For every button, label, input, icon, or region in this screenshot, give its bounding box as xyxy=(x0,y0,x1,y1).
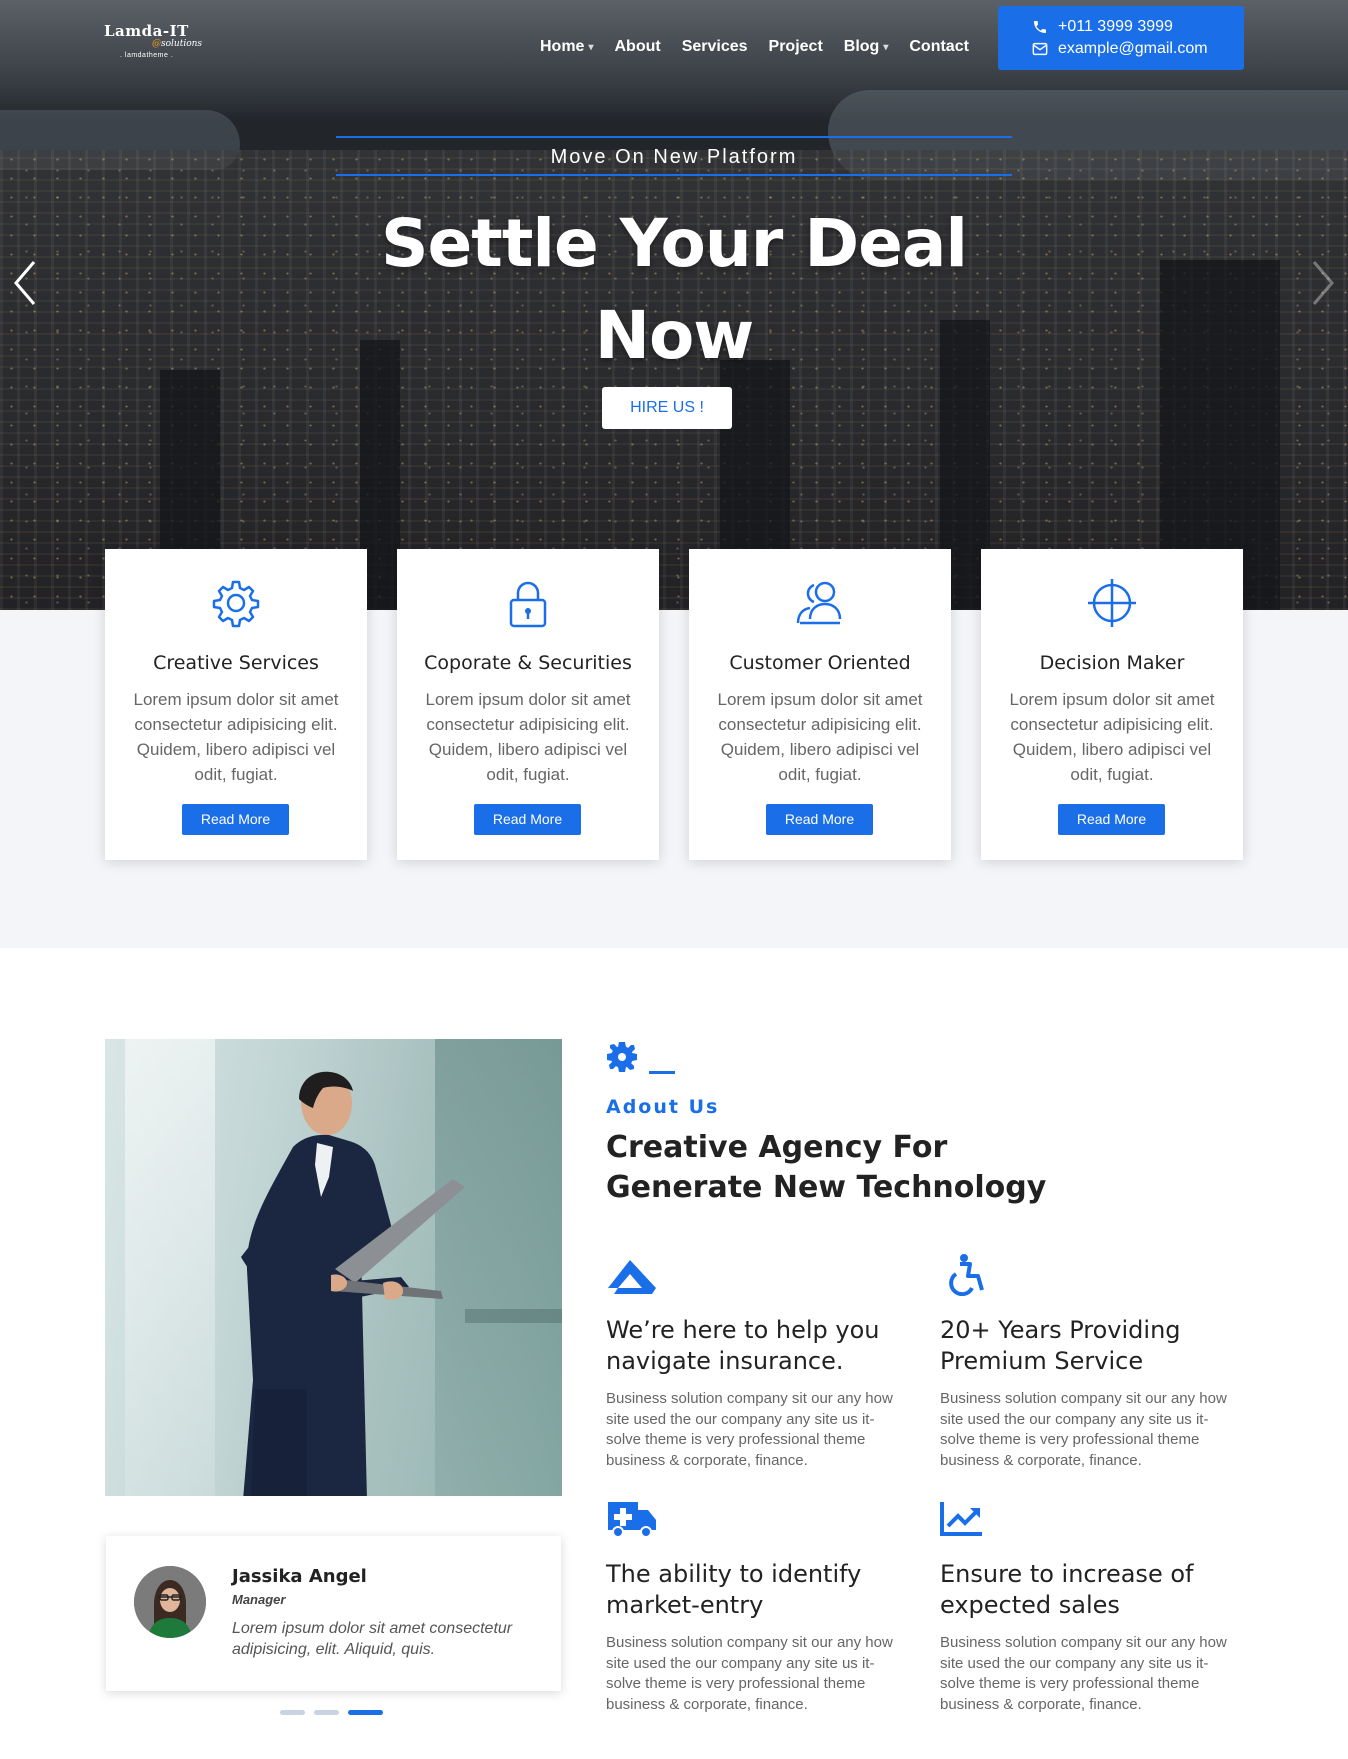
service-card: Coporate & Securities Lorem ipsum dolor … xyxy=(397,549,659,860)
logo-subtitle-text: solutions xyxy=(161,39,203,49)
chevron-right-icon[interactable] xyxy=(1308,258,1338,308)
main-nav: Home ▾ About Services Project Blog ▾ Conta… xyxy=(540,38,990,56)
businessman-figure xyxy=(241,1071,465,1496)
feature-title: The ability to identify market-entry xyxy=(606,1560,862,1619)
chevron-down-icon: ▾ xyxy=(883,41,889,53)
nav-item-label: Blog xyxy=(843,38,880,55)
nav-item-blog[interactable]: Blog ▾ xyxy=(844,38,889,56)
contact-email[interactable]: example@gmail.com xyxy=(1032,38,1244,60)
read-more-button[interactable]: Read More xyxy=(182,804,289,835)
feature-text: Business solution company sit our any ho… xyxy=(940,1390,1227,1469)
lock-icon xyxy=(509,581,547,628)
nav-item-project[interactable]: Project xyxy=(769,38,823,56)
nav-item-label: Contact xyxy=(909,38,969,55)
gear-icon xyxy=(212,580,260,628)
nav-item-home[interactable]: Home ▾ xyxy=(540,38,593,56)
about-feature: 20+ Years Providing Premium Service Busi… xyxy=(940,1254,1250,1471)
logo-subtitle: @solutions xyxy=(152,39,203,49)
service-text: Lorem ipsum dolor sit amet consectetur a… xyxy=(425,690,631,784)
testimonial-name: Jassika Angel xyxy=(232,1566,367,1587)
about-photo-businessman xyxy=(105,1039,562,1496)
about-feature: Ensure to increase of expected sales Bus… xyxy=(940,1498,1250,1715)
nav-item-contact[interactable]: Contact xyxy=(909,38,969,56)
hero-headline-line2: Now xyxy=(594,297,755,374)
hero-headline-line1: Settle Your Deal xyxy=(380,205,968,282)
feature-text: Business solution company sit our any ho… xyxy=(940,1634,1227,1713)
carousel-dot-active[interactable] xyxy=(348,1710,383,1715)
crosshair-icon xyxy=(1088,579,1136,627)
service-title: Coporate & Securities xyxy=(424,652,632,674)
service-card: Decision Maker Lorem ipsum dolor sit ame… xyxy=(981,549,1243,860)
read-more-button[interactable]: Read More xyxy=(474,804,581,835)
about-feature: We’re here to help you navigate insuranc… xyxy=(606,1254,916,1471)
feature-text: Business solution company sit our any ho… xyxy=(606,1390,893,1469)
feature-text: Business solution company sit our any ho… xyxy=(606,1634,893,1713)
service-title: Creative Services xyxy=(153,652,319,674)
service-text: Lorem ipsum dolor sit amet consectetur a… xyxy=(133,690,339,784)
read-more-button[interactable]: Read More xyxy=(1058,804,1165,835)
service-card: Customer Oriented Lorem ipsum dolor sit … xyxy=(689,549,951,860)
chevron-left-icon[interactable] xyxy=(10,258,40,308)
navigate-icon xyxy=(608,1260,656,1294)
carousel-dot[interactable] xyxy=(280,1710,305,1715)
about-label: Adout Us xyxy=(606,1096,720,1118)
accessibility-icon xyxy=(949,1254,984,1297)
testimonial-quote: Lorem ipsum dolor sit amet consectetur a… xyxy=(232,1620,513,1658)
envelope-icon xyxy=(1032,42,1048,56)
nav-item-label: Home xyxy=(540,38,585,55)
avatar-portrait xyxy=(134,1566,206,1638)
hero-banner: Lamda-IT @solutions . lamdatheme . Home ▾… xyxy=(0,0,1348,610)
gear-icon xyxy=(607,1042,675,1074)
about-feature: The ability to identify market-entry Bus… xyxy=(606,1498,916,1715)
logo-tagline: . lamdatheme . xyxy=(120,52,174,59)
users-icon xyxy=(796,581,842,625)
header-contact-box: +011 3999 3999 example@gmail.com xyxy=(998,6,1244,70)
service-text: Lorem ipsum dolor sit amet consectetur a… xyxy=(717,690,923,784)
chevron-down-icon: ▾ xyxy=(588,41,594,53)
service-card: Creative Services Lorem ipsum dolor sit … xyxy=(105,549,367,860)
ambulance-icon xyxy=(608,1502,656,1538)
service-text: Lorem ipsum dolor sit amet consectetur a… xyxy=(1009,690,1215,784)
about-title: Creative Agency For Generate New Technol… xyxy=(606,1130,1047,1205)
nav-item-about[interactable]: About xyxy=(614,38,660,56)
contact-email-text: example@gmail.com xyxy=(1058,40,1208,57)
hero-headline: Settle Your Deal Now xyxy=(274,198,1074,382)
chart-line-icon xyxy=(940,1502,982,1536)
page: Lamda-IT @solutions . lamdatheme . Home ▾… xyxy=(0,0,1348,1759)
site-logo[interactable]: Lamda-IT @solutions . lamdatheme . xyxy=(104,22,204,70)
nav-item-label: Project xyxy=(768,38,823,55)
feature-title: Ensure to increase of expected sales xyxy=(940,1560,1194,1619)
avatar xyxy=(134,1566,206,1638)
service-title: Decision Maker xyxy=(1039,652,1185,674)
contact-phone[interactable]: +011 3999 3999 xyxy=(1032,16,1244,38)
nav-item-label: Services xyxy=(681,38,748,55)
read-more-button[interactable]: Read More xyxy=(766,804,873,835)
hero-tagline: Move On New Platform xyxy=(336,136,1012,176)
nav-item-services[interactable]: Services xyxy=(682,38,748,56)
feature-title: 20+ Years Providing Premium Service xyxy=(940,1316,1181,1375)
contact-phone-text: +011 3999 3999 xyxy=(1058,18,1173,35)
logo-title: Lamda-IT xyxy=(104,22,189,40)
nav-item-label: About xyxy=(614,38,661,55)
phone-icon xyxy=(1034,21,1046,33)
testimonial-card: Jassika Angel Manager Lorem ipsum dolor … xyxy=(106,1536,561,1691)
hire-us-button[interactable]: HIRE US ! xyxy=(602,387,732,429)
carousel-dots xyxy=(280,1710,383,1715)
testimonial-role: Manager xyxy=(232,1592,286,1607)
carousel-dot[interactable] xyxy=(314,1710,339,1715)
service-title: Customer Oriented xyxy=(729,652,911,674)
feature-title: We’re here to help you navigate insuranc… xyxy=(606,1316,880,1375)
